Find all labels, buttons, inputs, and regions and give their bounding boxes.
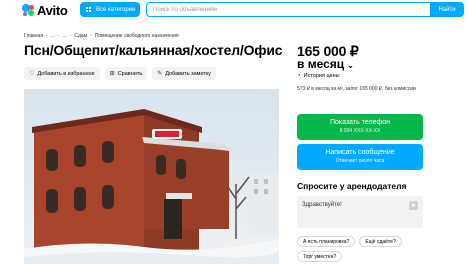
listing-actions: ♡ Добавить в избранное ⊞ Сравнить ✎ Доба… bbox=[24, 67, 217, 80]
history-icon: ◔ bbox=[297, 73, 301, 79]
quick-question-chip[interactable]: А есть планировка? bbox=[297, 236, 356, 247]
breadcrumb-item[interactable]: ... bbox=[63, 33, 67, 39]
breadcrumb-item[interactable]: ... bbox=[51, 33, 55, 39]
show-phone-button[interactable]: Показать телефон 8 934 XXX-XX-XX bbox=[297, 114, 423, 140]
all-categories-label: Все категории bbox=[96, 6, 136, 13]
compare-button[interactable]: ⊞ Сравнить bbox=[104, 67, 148, 80]
add-note-button[interactable]: ✎ Добавить заметку bbox=[152, 67, 217, 80]
favorites-label: Добавить в избранное bbox=[37, 70, 95, 77]
ask-seller-title: Спросите у арендодателя bbox=[297, 181, 407, 191]
note-label: Добавить заметку bbox=[165, 70, 212, 77]
compare-icon: ⊞ bbox=[109, 71, 115, 77]
write-message-button[interactable]: Написать сообщение Отвечает около часа bbox=[297, 144, 423, 170]
building-photo-illustration bbox=[24, 89, 279, 264]
show-phone-label: Показать телефон bbox=[330, 119, 390, 126]
avito-logo-icon bbox=[22, 3, 35, 17]
price-history-link[interactable]: ◔ История цены bbox=[297, 73, 340, 79]
add-to-favorites-button[interactable]: ♡ Добавить в избранное bbox=[24, 67, 100, 80]
quick-questions: А есть планировка? Ещё сдаёте? Торг умес… bbox=[297, 236, 427, 262]
quick-question-chip[interactable]: Торг уместен? bbox=[297, 251, 343, 262]
chevron-down-icon: ⌄ bbox=[347, 60, 354, 70]
all-categories-button[interactable]: Все категории bbox=[80, 2, 140, 17]
heart-icon: ♡ bbox=[29, 71, 35, 77]
compare-label: Сравнить bbox=[117, 70, 143, 77]
price-period-label: в месяц bbox=[297, 57, 345, 71]
ask-message-input[interactable]: Здравствуйте! ➤ bbox=[297, 196, 423, 228]
send-icon[interactable]: ➤ bbox=[409, 201, 418, 210]
write-message-label: Написать сообщение bbox=[325, 149, 395, 156]
note-icon: ✎ bbox=[157, 71, 163, 77]
price-details: 573 ₽ в месяц за м², залог 165 000 ₽, бе… bbox=[297, 86, 416, 92]
breadcrumb-item[interactable]: Сдам bbox=[74, 33, 87, 39]
quick-question-chip[interactable]: Ещё сдаёте? bbox=[359, 236, 402, 247]
breadcrumb-item[interactable]: Помещение свободного назначения bbox=[95, 33, 179, 39]
avito-logo[interactable]: Avito bbox=[22, 2, 68, 18]
grid-icon bbox=[86, 6, 92, 13]
breadcrumb-item[interactable]: Главная bbox=[24, 33, 43, 39]
logo-text: Avito bbox=[37, 2, 68, 18]
price-history-label: История цены bbox=[303, 73, 340, 79]
listing-photo[interactable] bbox=[24, 89, 279, 264]
ask-message-text[interactable]: Здравствуйте! bbox=[302, 202, 342, 208]
phone-number-masked: 8 934 XXX-XX-XX bbox=[339, 128, 381, 134]
response-time-label: Отвечает около часа bbox=[335, 158, 385, 164]
listing-title: Псн/Общепит/кальянная/хостел/Офис bbox=[24, 42, 283, 58]
top-header: Avito Все категории Найти bbox=[0, 0, 468, 20]
breadcrumb: Главная ·... ·... · Сдам · Помещение свободног… bbox=[24, 33, 179, 39]
price-period-selector[interactable]: в месяц ⌄ bbox=[297, 57, 354, 71]
search-input[interactable] bbox=[146, 2, 431, 17]
search-button[interactable]: Найти bbox=[430, 2, 464, 17]
